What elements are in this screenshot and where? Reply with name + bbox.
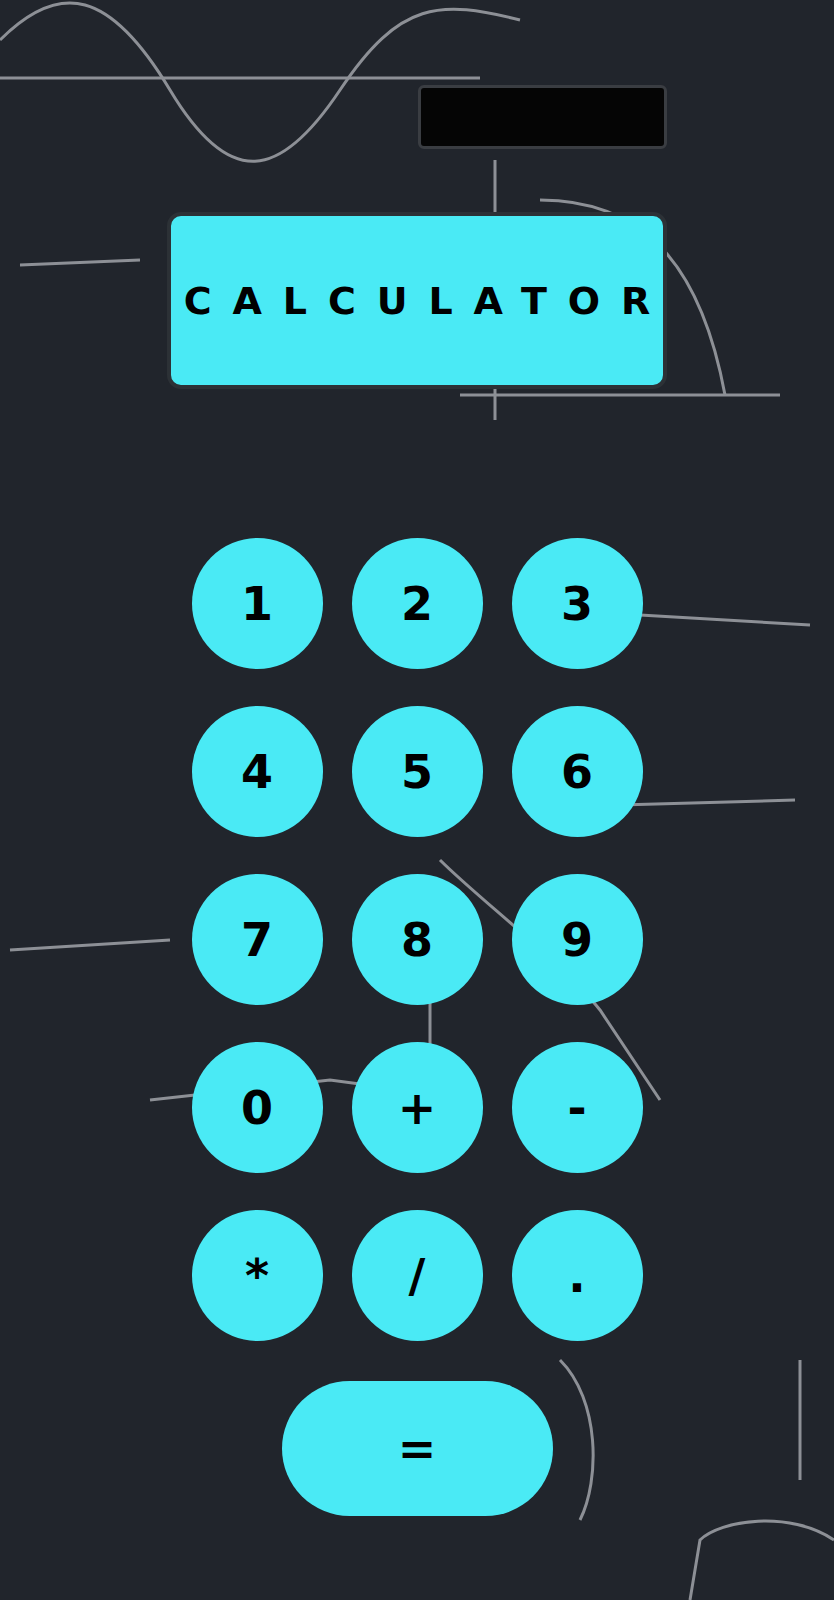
key-button[interactable]: 2 <box>352 538 483 669</box>
key-button[interactable]: 3 <box>512 538 643 669</box>
calculator-page: CALCULATOR 123 456 789 0+- */. = <box>0 0 834 1600</box>
calculator: CALCULATOR 123 456 789 0+- */. = <box>167 0 667 1516</box>
key-button[interactable]: 9 <box>512 874 643 1005</box>
key-button[interactable]: . <box>512 1210 643 1341</box>
key-button[interactable]: 5 <box>352 706 483 837</box>
equals-button[interactable]: = <box>282 1381 553 1516</box>
key-button[interactable]: + <box>352 1042 483 1173</box>
key-button[interactable]: 7 <box>192 874 323 1005</box>
key-button[interactable]: - <box>512 1042 643 1173</box>
title: CALCULATOR <box>184 279 671 323</box>
key-button[interactable]: 0 <box>192 1042 323 1173</box>
title-card: CALCULATOR <box>167 212 667 389</box>
key-button[interactable]: * <box>192 1210 323 1341</box>
key-button[interactable]: 6 <box>512 706 643 837</box>
key-button[interactable]: / <box>352 1210 483 1341</box>
key-button[interactable]: 8 <box>352 874 483 1005</box>
key-button[interactable]: 4 <box>192 706 323 837</box>
display <box>418 85 667 149</box>
key-button[interactable]: 1 <box>192 538 323 669</box>
keypad: 123 456 789 0+- */. <box>192 538 643 1341</box>
